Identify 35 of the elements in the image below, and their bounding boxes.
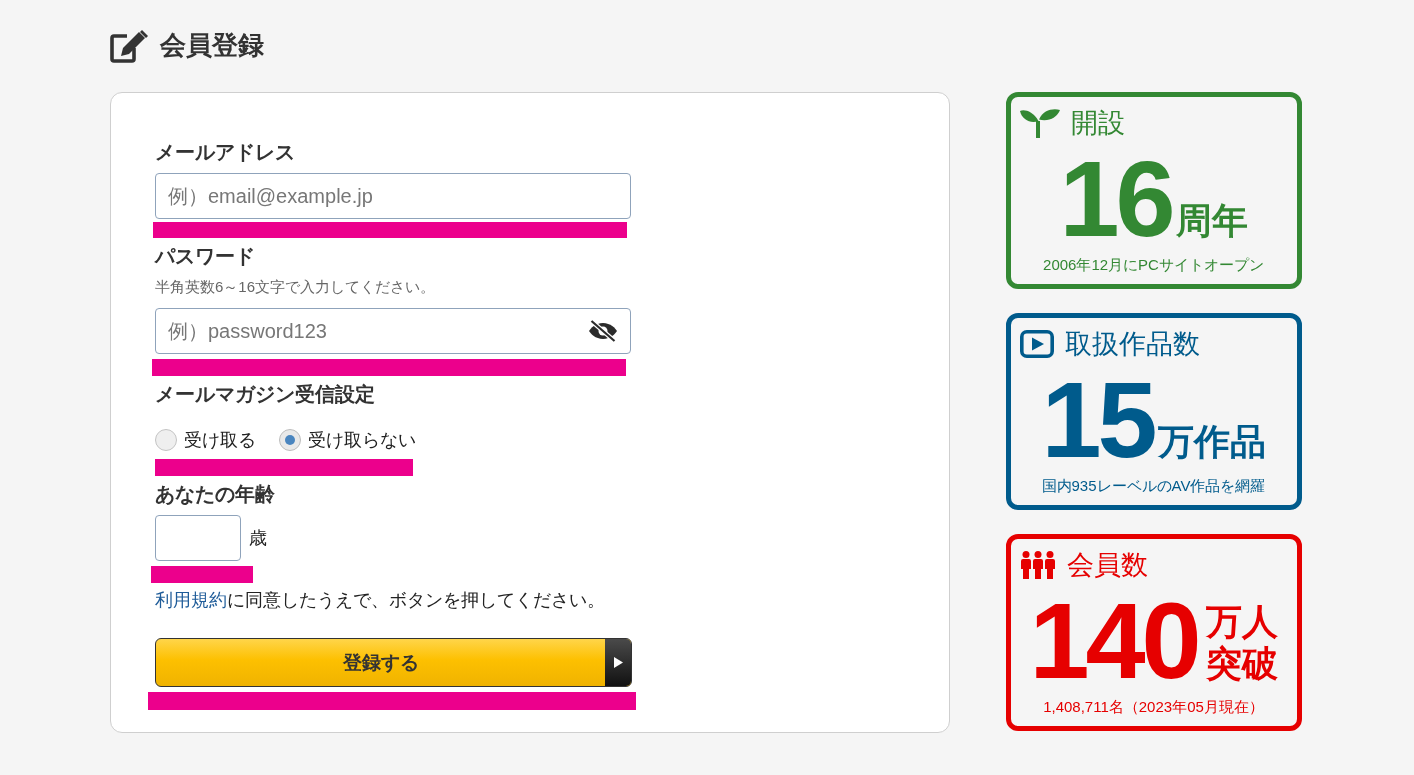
field-label: パスワード — [155, 244, 256, 269]
field-label: あなたの年齢 — [155, 482, 276, 507]
email-field[interactable]: 例）email@example.jp — [155, 173, 631, 219]
edit-icon — [110, 29, 148, 63]
register-button[interactable]: 登録する — [155, 638, 632, 687]
page-title: 会員登録 — [160, 29, 264, 63]
stat-unit: 万作品 — [1157, 421, 1266, 463]
password-field[interactable]: 例）password123 — [155, 308, 631, 354]
stat-value: 15 — [1041, 366, 1154, 474]
stat-title: 取扱作品数 — [1065, 329, 1200, 359]
stat-title: 会員数 — [1067, 550, 1148, 580]
radio-label[interactable]: 受け取る — [184, 428, 256, 452]
stat-value: 140 — [1029, 587, 1198, 695]
eye-slash-icon[interactable] — [588, 320, 618, 342]
sprout-icon — [1020, 108, 1060, 138]
stat-unit: 突破 — [1205, 643, 1278, 685]
stat-unit: 万人 — [1205, 601, 1278, 643]
age-field[interactable] — [155, 515, 241, 561]
stat-note: 国内935レーベルのAV作品を網羅 — [1040, 476, 1267, 496]
stat-unit: 周年 — [1175, 200, 1248, 242]
radio-label[interactable]: 受け取らない — [308, 428, 416, 452]
radio-button[interactable] — [279, 429, 301, 451]
radio-button[interactable] — [155, 429, 177, 451]
play-icon — [1020, 330, 1054, 358]
field-hint: 半角英数6～16文字で入力してください。 — [155, 277, 437, 297]
terms-link[interactable]: 利用規約 — [155, 590, 227, 610]
stat-value: 16 — [1059, 145, 1172, 253]
field-label: メールアドレス — [155, 140, 296, 165]
terms-notice: 利用規約に同意したうえで、ボタンを押してください。 — [155, 589, 606, 612]
stat-title: 開設 — [1071, 108, 1125, 138]
people-icon — [1020, 551, 1056, 579]
unit-label: 歳 — [249, 527, 267, 550]
stat-note: 1,408,711名（2023年05月現在） — [1042, 697, 1265, 717]
stat-note: 2006年12月にPCサイトオープン — [1042, 255, 1265, 275]
field-label: メールマガジン受信設定 — [155, 382, 376, 407]
